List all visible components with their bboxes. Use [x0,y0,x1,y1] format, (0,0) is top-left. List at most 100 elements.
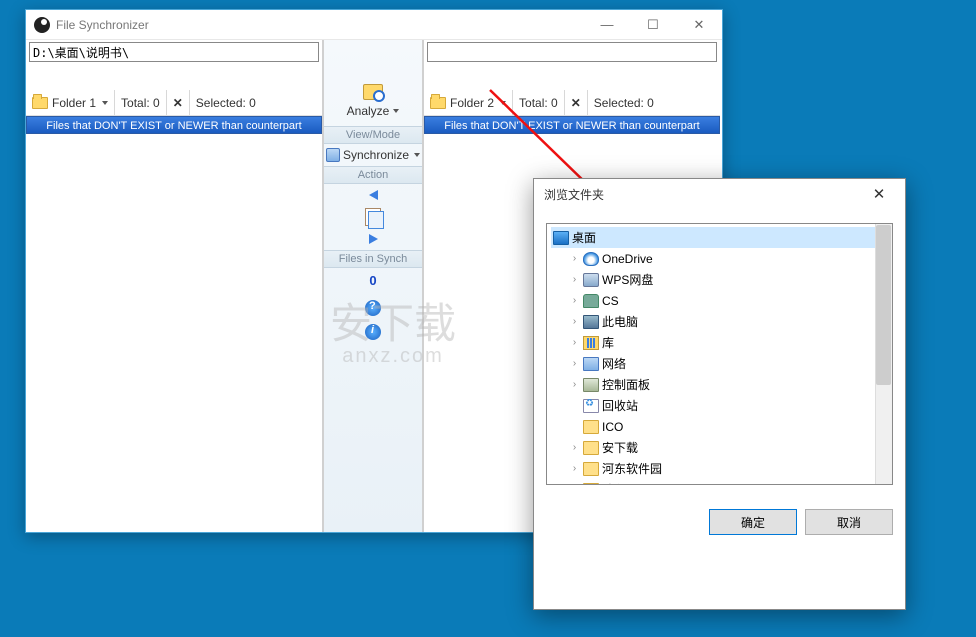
folder-icon [583,441,599,455]
right-folder-button[interactable]: Folder 2 [424,90,513,115]
expand-icon[interactable]: › [569,463,580,474]
tree-node-libraries[interactable]: › 库 [567,332,892,353]
info-button[interactable] [365,324,381,340]
tree-scrollbar[interactable] [875,224,892,484]
synchronize-button[interactable]: Synchronize [320,144,426,166]
tree-label: 安下载 [602,439,638,456]
expand-icon[interactable]: › [569,316,580,327]
tree-label: 教程 [602,481,626,485]
analyze-label: Analyze [347,104,390,118]
folder-tree[interactable]: 桌面 › OneDrive › WPS网盘 › CS [546,223,893,485]
right-clear-button[interactable]: ✕ [565,90,588,115]
titlebar: File Synchronizer — ☐ ✕ [26,10,722,40]
cancel-button[interactable]: 取消 [805,509,893,535]
synchronize-label: Synchronize [343,148,409,162]
folder-icon [32,97,48,109]
tree-node-network[interactable]: › 网络 [567,353,892,374]
folder-icon [583,462,599,476]
expand-icon[interactable]: › [569,379,580,390]
ok-button[interactable]: 确定 [709,509,797,535]
right-folder-label: Folder 2 [450,96,494,110]
tree-node-desktop[interactable]: 桌面 [551,227,892,248]
tree-label: CS [602,294,619,308]
center-panel: Analyze View/Mode Synchronize Action Fil… [323,40,423,532]
user-icon [583,294,599,308]
copy-left-button[interactable] [369,190,378,200]
window-title: File Synchronizer [56,18,149,32]
network-icon [583,357,599,371]
tree-node-folder-anxiazai[interactable]: › 安下载 [567,437,892,458]
tree-node-control-panel[interactable]: › 控制面板 [567,374,892,395]
tree-label: 库 [602,334,614,351]
tree-label: 网络 [602,355,626,372]
tree-label: 此电脑 [602,313,638,330]
left-selected-label: Selected: 0 [190,90,262,115]
tree-node-thispc[interactable]: › 此电脑 [567,311,892,332]
browse-folder-dialog: 浏览文件夹 ✕ 桌面 › OneDrive › WPS网盘 [533,178,906,610]
synchronize-icon [326,148,340,162]
tree-node-onedrive[interactable]: › OneDrive [567,248,892,269]
scrollbar-thumb[interactable] [876,225,891,385]
chevron-down-icon [102,101,108,105]
tree-node-cs[interactable]: › CS [567,290,892,311]
right-path-input[interactable] [427,42,717,62]
expand-icon[interactable]: › [569,484,580,485]
tree-node-recycle-bin[interactable]: 回收站 [567,395,892,416]
left-path-input[interactable] [29,42,319,62]
tree-node-wps[interactable]: › WPS网盘 [567,269,892,290]
files-in-synch-header: Files in Synch [324,250,422,268]
expand-icon[interactable]: › [569,358,580,369]
libraries-icon [583,336,599,350]
left-clear-button[interactable]: ✕ [167,90,190,115]
wps-icon [583,273,599,287]
view-mode-header: View/Mode [324,126,422,144]
expand-icon[interactable]: › [569,253,580,264]
left-folder-button[interactable]: Folder 1 [26,90,115,115]
right-list-header: Files that DON'T EXIST or NEWER than cou… [424,116,720,134]
expand-icon[interactable]: › [569,442,580,453]
expand-icon[interactable]: › [569,295,580,306]
folder-icon [583,483,599,486]
synch-count: 0 [369,273,376,288]
left-toolbar: Folder 1 Total: 0 ✕ Selected: 0 [26,90,322,116]
recycle-bin-icon [583,399,599,413]
chevron-down-icon [414,153,420,157]
cloud-icon [583,252,599,266]
tree-node-folder-jiaocheng[interactable]: › 教程 [567,479,892,485]
tree-label: 回收站 [602,397,638,414]
expand-icon[interactable]: › [569,337,580,348]
left-file-list[interactable] [26,134,322,532]
close-button[interactable]: ✕ [676,10,722,40]
tree-label: 控制面板 [602,376,650,393]
control-panel-icon [583,378,599,392]
left-total-label: Total: 0 [115,90,167,115]
tree-label: 桌面 [572,229,596,246]
expand-icon[interactable]: › [569,274,580,285]
chevron-down-icon [393,109,399,113]
right-total-label: Total: 0 [513,90,565,115]
minimize-button[interactable]: — [584,10,630,40]
analyze-button[interactable]: Analyze [324,80,422,126]
folder-icon [430,97,446,109]
left-folder-label: Folder 1 [52,96,96,110]
dialog-close-button[interactable]: ✕ [857,180,901,208]
action-header: Action [324,166,422,184]
help-button[interactable] [365,300,381,316]
tree-node-folder-hedong[interactable]: › 河东软件园 [567,458,892,479]
copy-both-button[interactable] [365,208,381,226]
app-icon [34,17,50,33]
right-selected-label: Selected: 0 [588,90,660,115]
tree-label: WPS网盘 [602,271,653,288]
tree-node-folder-ico[interactable]: ICO [567,416,892,437]
tree-label: 河东软件园 [602,460,662,477]
tree-label: ICO [602,420,623,434]
maximize-button[interactable]: ☐ [630,10,676,40]
tree-label: OneDrive [602,252,653,266]
right-toolbar: Folder 2 Total: 0 ✕ Selected: 0 [424,90,720,116]
left-panel: Folder 1 Total: 0 ✕ Selected: 0 Files th… [26,40,323,532]
folder-icon [583,420,599,434]
chevron-down-icon [500,101,506,105]
copy-right-button[interactable] [369,234,378,244]
dialog-title: 浏览文件夹 [544,186,604,203]
desktop-icon [553,231,569,245]
